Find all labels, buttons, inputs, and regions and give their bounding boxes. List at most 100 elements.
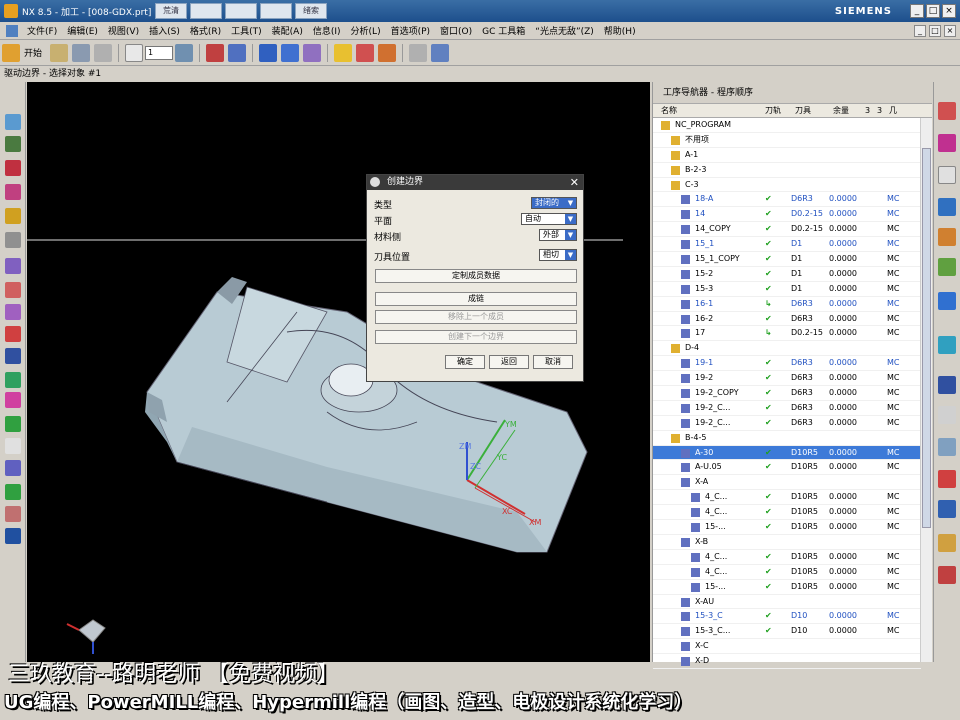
remove-last-member-button[interactable]: 移除上一个成员 xyxy=(375,310,577,324)
system-materials-icon[interactable] xyxy=(938,500,956,518)
start-button[interactable]: 开始 xyxy=(24,46,42,59)
navigator-row[interactable]: 18-A ✔ D6R3 0.0000 MC xyxy=(653,192,921,208)
undo-icon[interactable] xyxy=(94,43,113,62)
col-3b[interactable]: 3 xyxy=(877,104,882,118)
postprocess-icon[interactable] xyxy=(334,43,353,62)
navigator-row[interactable]: 4_C... ✔ D10R5 0.0000 MC xyxy=(653,505,921,521)
create-tool-icon[interactable] xyxy=(228,43,247,62)
navigator-row[interactable]: 17 ↳ D0.2-15 0.0000 MC xyxy=(653,326,921,342)
navigator-row[interactable]: 15-2 ✔ D1 0.0000 MC xyxy=(653,267,921,282)
work-layer-combo[interactable]: 1 xyxy=(145,45,174,60)
open-icon[interactable] xyxy=(50,43,69,62)
minimize-button[interactable]: _ xyxy=(910,4,924,18)
navigator-row[interactable]: A-1 xyxy=(653,148,921,163)
title-tab-1[interactable]: 荒清 xyxy=(155,3,187,19)
doc-close-button[interactable]: × xyxy=(944,25,956,37)
generate-icon[interactable] xyxy=(259,43,278,62)
navigator-row[interactable]: 15_1 ✔ D1 0.0000 MC xyxy=(653,237,921,253)
replay-icon[interactable] xyxy=(281,43,300,62)
menu-format[interactable]: 格式(R) xyxy=(185,24,226,37)
menu-analysis[interactable]: 分析(L) xyxy=(346,24,386,37)
menu-preferences[interactable]: 首选项(P) xyxy=(386,24,435,37)
title-tab-2[interactable] xyxy=(190,3,222,19)
rotate-icon[interactable] xyxy=(5,160,21,176)
close-button[interactable]: × xyxy=(942,4,956,18)
measure-icon[interactable] xyxy=(5,372,21,388)
menu-file[interactable]: 文件(F) xyxy=(22,24,62,37)
snap-icon[interactable] xyxy=(5,416,21,432)
navigator-row[interactable]: 4_C... ✔ D10R5 0.0000 MC xyxy=(653,550,921,565)
chaining-button[interactable]: 成链 xyxy=(375,292,577,306)
scrollbar-thumb[interactable] xyxy=(922,148,931,528)
custom-member-data-button[interactable]: 定制成员数据 xyxy=(375,269,577,283)
navigator-row[interactable]: 14_COPY ✔ D0.2-15 0.0000 MC xyxy=(653,222,921,238)
navigator-scrollbar[interactable] xyxy=(920,118,932,662)
navigator-row[interactable]: 19-1 ✔ D6R3 0.0000 MC xyxy=(653,356,921,372)
nc-icon[interactable] xyxy=(5,528,21,544)
view-triad-icon[interactable] xyxy=(78,619,106,643)
material-side-select[interactable]: 外部 ▼ xyxy=(539,229,577,241)
verify-icon[interactable] xyxy=(303,43,322,62)
zoom-icon[interactable] xyxy=(5,136,21,152)
menu-window[interactable]: 窗口(O) xyxy=(435,24,477,37)
operation-navigator-icon[interactable] xyxy=(938,198,956,216)
navigator-row[interactable]: X-B xyxy=(653,535,921,550)
navigator-row[interactable]: X-C xyxy=(653,639,921,655)
navigator-row[interactable]: C-3 xyxy=(653,178,921,193)
geometry-icon[interactable] xyxy=(5,484,21,500)
menu-assembly[interactable]: 装配(A) xyxy=(267,24,308,37)
navigator-row[interactable]: D-4 xyxy=(653,341,921,357)
plane-select[interactable]: 自动 ▼ xyxy=(521,213,577,225)
wireframe-icon[interactable] xyxy=(5,232,21,248)
menu-custom[interactable]: “光点无敌”(Z) xyxy=(530,24,599,37)
navigator-row[interactable]: 15-... ✔ D10R5 0.0000 MC xyxy=(653,580,921,595)
title-tab-5[interactable]: 绪索 xyxy=(295,3,327,19)
shop-doc-icon[interactable] xyxy=(356,43,375,62)
web-browser-icon[interactable] xyxy=(938,292,956,310)
layer-settings-icon[interactable] xyxy=(5,304,21,320)
navigator-row[interactable]: B-4-5 xyxy=(653,431,921,446)
title-tab-4[interactable] xyxy=(260,3,292,19)
navigator-row[interactable]: X-D xyxy=(653,654,921,669)
menu-tools[interactable]: 工具(T) xyxy=(226,24,267,37)
navigator-row[interactable]: 16-1 ↳ D6R3 0.0000 MC xyxy=(653,297,921,312)
info-icon[interactable] xyxy=(5,348,21,364)
navigator-row[interactable]: 19-2_C... ✔ D6R3 0.0000 MC xyxy=(653,416,921,431)
menu-gc-toolbox[interactable]: GC 工具箱 xyxy=(477,24,530,37)
doc-minimize-button[interactable]: _ xyxy=(914,25,926,37)
navigator-row[interactable]: X-AU xyxy=(653,595,921,610)
navigator-row[interactable]: 15-3 ✔ D1 0.0000 MC xyxy=(653,282,921,297)
col-toolpath[interactable]: 刀轨 xyxy=(765,104,781,118)
sheet-icon[interactable] xyxy=(938,438,956,456)
navigator-row[interactable]: 15_1_COPY ✔ D1 0.0000 MC xyxy=(653,252,921,267)
layer-icon[interactable] xyxy=(125,43,144,62)
pan-icon[interactable] xyxy=(5,184,21,200)
col-geometry[interactable]: 几 xyxy=(889,104,897,118)
navigator-row[interactable]: 15-3_C... ✔ D10 0.0000 MC xyxy=(653,624,921,640)
navigator-row[interactable]: A-30 ✔ D10R5 0.0000 MC xyxy=(653,445,921,461)
col-stock[interactable]: 余量 xyxy=(833,104,849,118)
clock-icon[interactable] xyxy=(938,406,956,424)
color-icon[interactable] xyxy=(5,326,21,342)
roles-icon[interactable] xyxy=(938,534,956,552)
tool-position-select[interactable]: 相切 ▼ xyxy=(539,249,577,261)
history-icon[interactable] xyxy=(938,336,956,354)
navigator-row[interactable]: 15-... ✔ D10R5 0.0000 MC xyxy=(653,520,921,535)
type-select[interactable]: 封闭的 ▼ xyxy=(531,197,577,209)
navigator-row[interactable]: 19-2 ✔ D6R3 0.0000 MC xyxy=(653,371,921,387)
machine-navigator-icon[interactable] xyxy=(938,258,956,276)
navigator-row[interactable]: 4_C... ✔ D10R5 0.0000 MC xyxy=(653,565,921,580)
view-icon[interactable] xyxy=(175,43,194,62)
col-3a[interactable]: 3 xyxy=(865,104,870,118)
cancel-button[interactable]: 取消 xyxy=(533,355,573,369)
create-program-icon[interactable] xyxy=(206,43,225,62)
menu-info[interactable]: 信息(I) xyxy=(308,24,346,37)
orient-icon[interactable] xyxy=(5,258,21,274)
constraint-navigator-icon[interactable] xyxy=(938,134,956,152)
menu-view[interactable]: 视图(V) xyxy=(103,24,144,37)
navigator-row[interactable]: A-U.05 ✔ D10R5 0.0000 MC xyxy=(653,460,921,476)
navigator-row[interactable]: B-2-3 xyxy=(653,163,921,178)
show-hide-icon[interactable] xyxy=(5,460,21,476)
shaded-icon[interactable] xyxy=(5,208,21,224)
navigator-row[interactable]: 14 ✔ D0.2-15 0.0000 MC xyxy=(653,207,921,223)
